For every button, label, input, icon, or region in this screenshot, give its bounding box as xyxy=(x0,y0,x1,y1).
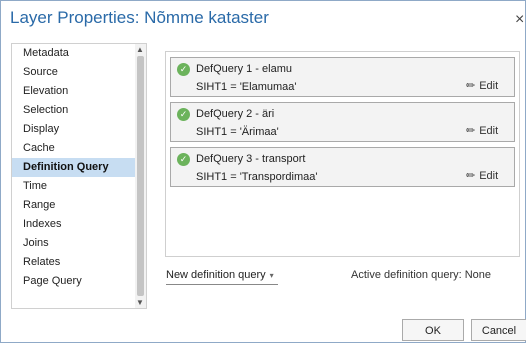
query-name: DefQuery 3 - transport xyxy=(196,153,306,165)
query-name: DefQuery 2 - äri xyxy=(196,108,275,120)
sidebar-item-cache[interactable]: Cache xyxy=(12,139,136,158)
title-bar: Layer Properties: Nõmme kataster × xyxy=(1,1,526,41)
ok-button[interactable]: OK xyxy=(402,319,464,341)
pencil-icon: ✏ xyxy=(466,80,476,92)
edit-button[interactable]: ✏ Edit xyxy=(466,124,498,137)
scrollbar-thumb[interactable] xyxy=(137,56,144,296)
pencil-icon: ✏ xyxy=(466,170,476,182)
definition-query-list: ✓ DefQuery 1 - elamu SIHT1 = 'Elamumaa' … xyxy=(165,51,520,257)
sidebar-item-joins[interactable]: Joins xyxy=(12,234,136,253)
sidebar-list: Metadata Source Elevation Selection Disp… xyxy=(12,44,136,291)
check-icon: ✓ xyxy=(177,108,190,121)
sidebar-item-page-query[interactable]: Page Query xyxy=(12,272,136,291)
query-item[interactable]: ✓ DefQuery 3 - transport SIHT1 = 'Transp… xyxy=(170,147,515,187)
check-icon: ✓ xyxy=(177,153,190,166)
sidebar-item-range[interactable]: Range xyxy=(12,196,136,215)
close-icon[interactable]: × xyxy=(515,11,524,29)
sidebar-scrollbar[interactable]: ▲ ▼ xyxy=(135,44,146,308)
sidebar-item-time[interactable]: Time xyxy=(12,177,136,196)
sidebar-item-selection[interactable]: Selection xyxy=(12,101,136,120)
new-definition-query-dropdown[interactable]: New definition query ▾ xyxy=(166,266,278,285)
query-expression: SIHT1 = 'Elamumaa' xyxy=(196,81,297,93)
sidebar-item-display[interactable]: Display xyxy=(12,120,136,139)
chevron-down-icon: ▾ xyxy=(269,271,274,280)
scroll-up-icon[interactable]: ▲ xyxy=(136,45,144,54)
query-item[interactable]: ✓ DefQuery 1 - elamu SIHT1 = 'Elamumaa' … xyxy=(170,57,515,97)
query-expression: SIHT1 = 'Transpordimaa' xyxy=(196,171,318,183)
active-definition-query-status: Active definition query: None xyxy=(351,269,492,281)
sidebar-item-relates[interactable]: Relates xyxy=(12,253,136,272)
cancel-button[interactable]: Cancel xyxy=(471,319,526,341)
query-item[interactable]: ✓ DefQuery 2 - äri SIHT1 = 'Ärimaa' ✏ Edi… xyxy=(170,102,515,142)
sidebar-item-source[interactable]: Source xyxy=(12,63,136,82)
dialog-title: Layer Properties: Nõmme kataster xyxy=(10,8,269,27)
edit-button[interactable]: ✏ Edit xyxy=(466,79,498,92)
sidebar-item-elevation[interactable]: Elevation xyxy=(12,82,136,101)
edit-label: Edit xyxy=(479,125,499,137)
sidebar-item-metadata[interactable]: Metadata xyxy=(12,44,136,63)
sidebar-item-definition-query[interactable]: Definition Query xyxy=(12,158,136,177)
edit-label: Edit xyxy=(479,170,499,182)
layer-properties-dialog: Layer Properties: Nõmme kataster × Metad… xyxy=(0,0,526,343)
new-query-label: New definition query xyxy=(166,269,266,281)
edit-label: Edit xyxy=(479,80,499,92)
properties-sidebar: Metadata Source Elevation Selection Disp… xyxy=(11,43,147,309)
query-expression: SIHT1 = 'Ärimaa' xyxy=(196,126,279,138)
pencil-icon: ✏ xyxy=(466,125,476,137)
sidebar-item-indexes[interactable]: Indexes xyxy=(12,215,136,234)
check-icon: ✓ xyxy=(177,63,190,76)
query-name: DefQuery 1 - elamu xyxy=(196,63,292,75)
scroll-down-icon[interactable]: ▼ xyxy=(136,298,144,307)
edit-button[interactable]: ✏ Edit xyxy=(466,169,498,182)
